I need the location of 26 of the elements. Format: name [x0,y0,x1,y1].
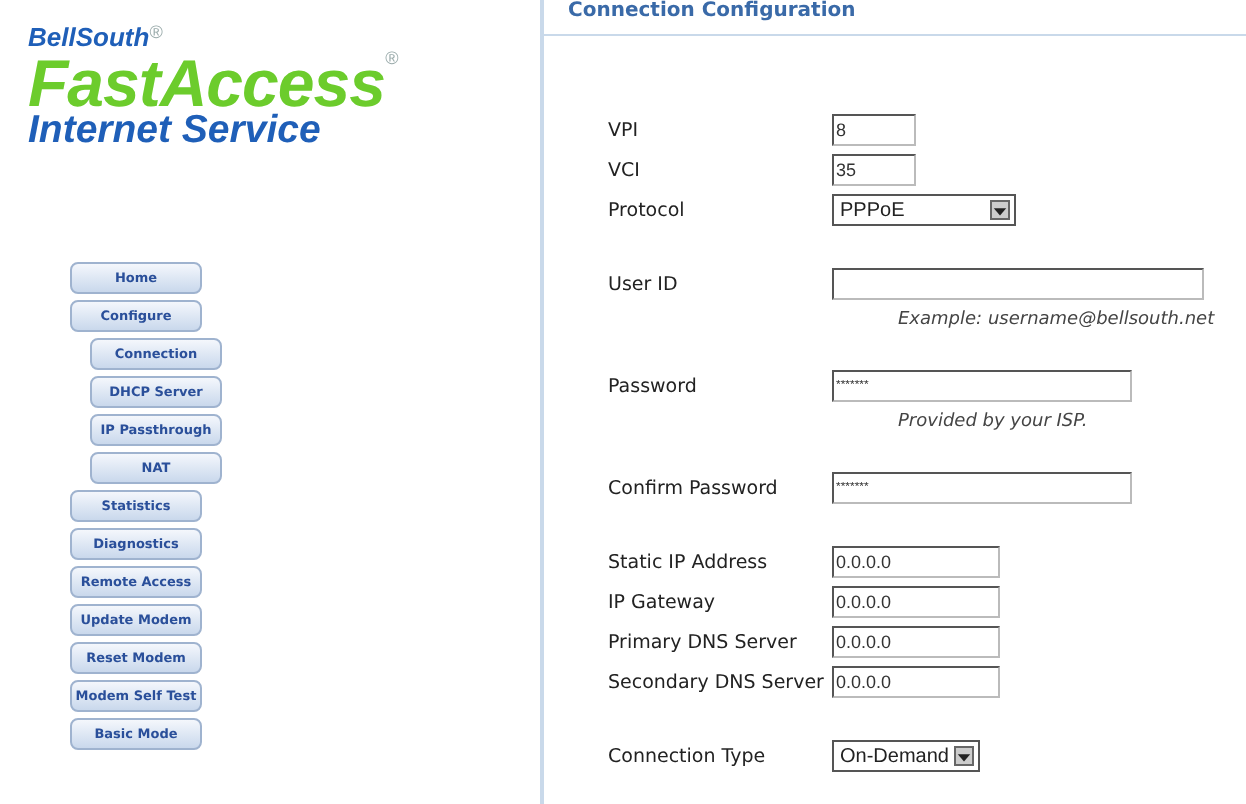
panel-header: Connection Configuration [544,0,1246,36]
field-label: Static IP Address [608,551,770,573]
dropdown[interactable]: PPPoE [832,194,1016,226]
hint-text: Provided by your ISP. [898,412,1090,432]
logo-product-text: FastAccess$^{®}$ [28,50,401,116]
input-field[interactable] [832,268,1204,300]
field-label: VPI [608,119,641,141]
field-label: User ID [608,273,680,295]
field-label: Primary DNS Server [608,631,799,653]
logo-brand-text: BellSouth$^{®}$ [28,24,165,50]
field-label: IP Gateway [608,591,718,613]
input-field[interactable]: 0.0.0.0 [832,546,1000,578]
hint-text: Example: username@bellsouth.net [898,310,1217,330]
field-label: Secondary DNS Server [608,671,826,693]
field-label: VCI [608,159,642,181]
input-field[interactable]: 35 [832,154,916,186]
field-label: Connection Type [608,745,768,767]
dropdown[interactable]: On-Demand [832,740,980,772]
input-field[interactable]: 0.0.0.0 [832,586,1000,618]
logo-tagline-text: Internet Service [28,112,323,151]
input-field[interactable]: 8 [832,114,916,146]
field-label: Password [608,375,699,397]
input-field[interactable]: 0.0.0.0 [832,626,1000,658]
input-field[interactable]: 0.0.0.0 [832,666,1000,698]
field-label: Confirm Password [608,477,780,499]
field-label: Protocol [608,199,687,221]
